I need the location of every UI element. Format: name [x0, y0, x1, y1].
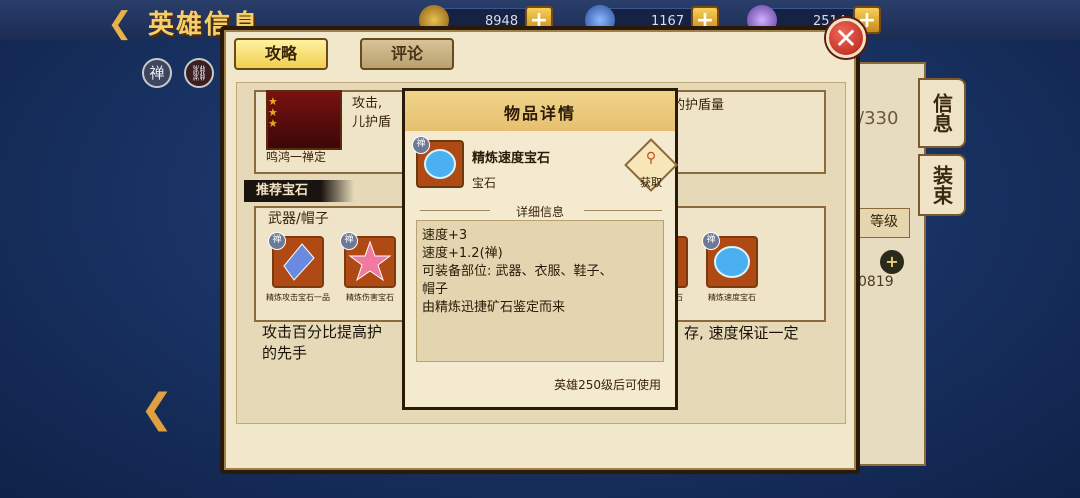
gem-description: 攻击百分比提高护 的先手	[262, 322, 382, 364]
desc-right: 存, 速度保证一定	[684, 324, 799, 342]
item-type: 宝石	[472, 176, 497, 190]
zen-icon[interactable]: 禅	[142, 58, 172, 88]
zen-badge: 禅	[412, 136, 430, 154]
star-rating-icon: ★ ★ ★	[268, 95, 278, 130]
detail-section-title: 详细信息	[515, 205, 564, 219]
item-name: 精炼速度宝石	[472, 151, 551, 166]
gem-slot[interactable]: 禅	[340, 232, 396, 288]
zen-badge: 禅	[268, 232, 286, 250]
number-fragment: 0819	[858, 274, 894, 290]
tab-comments[interactable]: 评论	[360, 38, 454, 70]
desc-line-2: 的先手	[262, 344, 308, 362]
attribute-line: 速度+1.2(禅)	[422, 246, 503, 261]
popup-title: 物品详情	[503, 104, 576, 123]
skill-line-1: 攻击,	[352, 96, 383, 111]
close-button[interactable]: ✕	[826, 18, 866, 58]
gem-slot[interactable]: 禅	[702, 232, 758, 288]
level-requirement: 英雄250级后可使用	[554, 378, 661, 392]
gem-group-title: 武器/帽子	[268, 211, 329, 227]
attribute-line: 速度+3	[422, 228, 468, 243]
back-arrow-icon[interactable]: ❮	[104, 8, 136, 40]
gem-label: 精炼攻击宝石一品	[266, 293, 330, 302]
add-icon[interactable]: +	[880, 250, 904, 274]
prev-hero-arrow-icon[interactable]: ❮	[140, 386, 174, 432]
zen-badge: 禅	[702, 232, 720, 250]
character-name: 鸣鸿一禅定	[266, 150, 327, 164]
item-icon: 禅	[412, 136, 464, 188]
attribute-line: 由精炼迅捷矿石鉴定而来	[422, 300, 566, 315]
chain-icon[interactable]: ⛓	[184, 58, 214, 88]
shield-text: 的护盾量	[672, 98, 725, 113]
desc-line-1: 攻击百分比提高护	[262, 323, 383, 341]
tab-strategy[interactable]: 攻略	[234, 38, 328, 70]
get-label[interactable]: 获取	[634, 174, 668, 190]
level-button[interactable]: 等级	[858, 208, 910, 238]
section-title: 推荐宝石	[244, 180, 354, 202]
gem-label: 精炼伤害宝石	[346, 293, 394, 302]
tab-info[interactable]: 信息	[918, 78, 966, 148]
location-pin-icon: ⚲	[645, 150, 657, 166]
gem-slot[interactable]: 禅	[268, 232, 324, 288]
tab-outfit[interactable]: 装束	[918, 154, 966, 216]
skill-description: 攻击, 儿护盾	[352, 94, 391, 132]
skill-line-2: 儿护盾	[352, 115, 392, 130]
gem-label: 精炼速度宝石	[708, 293, 756, 302]
zen-badge: 禅	[340, 232, 358, 250]
attribute-line: 可装备部位: 武器、衣服、鞋子、	[422, 264, 613, 279]
attribute-line: 帽子	[422, 282, 449, 297]
hero-value-text: /330	[858, 108, 899, 129]
